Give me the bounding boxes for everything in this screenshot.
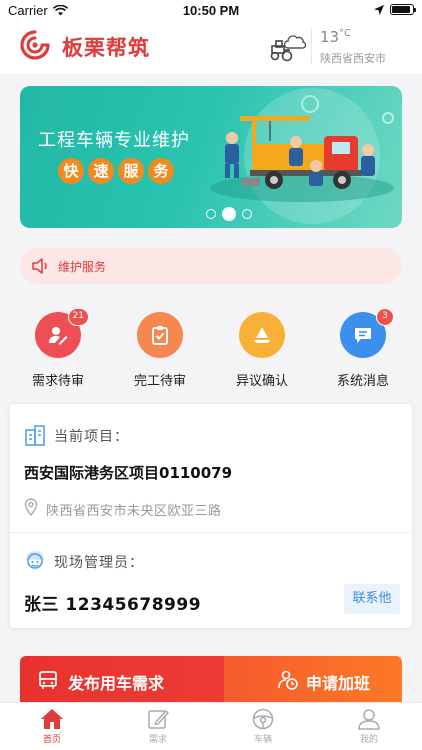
carousel-dot[interactable] (242, 209, 252, 219)
quick-action-icon-bg: 21 (35, 308, 89, 358)
quick-action-label: 异议确认 (235, 374, 288, 389)
quick-action-icon-bg (137, 312, 183, 358)
quick-action-system-messages[interactable]: 3 系统消息 (323, 308, 403, 389)
sailboat-icon (254, 327, 270, 343)
carousel-dot[interactable] (206, 209, 216, 219)
banner-chip: 务 (148, 158, 174, 184)
primary-action-bar: 发布用车需求 申请加班 (20, 656, 402, 704)
apply-overtime-label: 申请加班 (306, 674, 371, 693)
quick-actions: 21 需求待审 完工待审 异议确认 3 系统消息 (0, 308, 422, 396)
user-icon (358, 709, 380, 730)
home-icon (41, 709, 63, 729)
worker-helmet-icon (26, 551, 44, 569)
site-manager-label: 现场管理员： (54, 555, 144, 571)
brand-logo-icon (20, 30, 50, 60)
person-clock-icon (278, 670, 298, 690)
quick-action-icon-bg: 3 (340, 308, 394, 358)
status-bar: Carrier 10:50 PM (0, 0, 422, 22)
temperature: 13°C (320, 28, 351, 46)
carousel-dots[interactable] (206, 207, 252, 221)
project-name: 西安国际港务区项目0110079 (24, 464, 233, 482)
quick-action-label: 系统消息 (336, 374, 389, 389)
count-badge: 3 (376, 308, 394, 326)
project-address: 陕西省西安市未央区欧亚三路 (46, 504, 222, 519)
clipboard-check-icon (152, 326, 168, 345)
tab-label: 首页 (42, 735, 61, 745)
banner-chip: 速 (88, 158, 114, 184)
contact-manager-button[interactable]: 联系他 (344, 584, 400, 614)
steering-wheel-icon (252, 708, 274, 730)
tab-label: 我的 (359, 735, 378, 745)
tab-label: 需求 (148, 735, 167, 745)
count-badge: 21 (67, 308, 89, 326)
publish-demand-label: 发布用车需求 (68, 674, 165, 693)
app-screen: Carrier 10:50 PM 板栗帮筑 13°C 陕西省西安市 工程车辆专业… (0, 0, 422, 750)
notice-bar[interactable]: 维护服务 (20, 248, 402, 284)
banner-title: 工程车辆专业维护 (38, 130, 190, 151)
building-icon (25, 425, 45, 446)
promo-banner[interactable]: 工程车辆专业维护 快 速 服 务 (20, 86, 402, 228)
tab-vehicles[interactable]: 车辆 (233, 708, 293, 745)
banner-chip: 服 (118, 158, 144, 184)
site-manager-contact: 张三 12345678999 (24, 595, 202, 615)
notice-text: 维护服务 (58, 260, 107, 274)
edit-icon (148, 709, 169, 729)
quick-action-label: 完工待审 (133, 374, 186, 389)
tab-bar: 首页 需求 车辆 我的 (0, 702, 422, 750)
tab-label: 车辆 (253, 735, 272, 745)
banner-chip: 快 (58, 158, 84, 184)
quick-action-completion-review[interactable]: 完工待审 (120, 312, 200, 389)
banner-chip-row: 快 速 服 务 (58, 158, 174, 184)
battery-icon (390, 4, 416, 15)
status-bar-right (374, 4, 416, 15)
quick-action-demand-review[interactable]: 21 需求待审 (18, 308, 98, 389)
tab-demand[interactable]: 需求 (128, 708, 188, 745)
location-pin-icon (24, 498, 38, 516)
apply-overtime-button[interactable]: 申请加班 (224, 656, 402, 704)
message-icon (355, 328, 371, 343)
header-divider (311, 28, 312, 64)
quick-action-icon-bg (239, 312, 285, 358)
quick-action-dispute-confirm[interactable]: 异议确认 (222, 312, 302, 389)
clock: 10:50 PM (182, 3, 240, 18)
tractor-cloud-icon (270, 35, 306, 62)
card-divider (10, 532, 412, 533)
bus-icon (39, 671, 57, 689)
location-arrow-icon (374, 4, 384, 15)
quick-action-label: 需求待审 (31, 374, 84, 389)
user-edit-icon (49, 327, 68, 345)
project-card: 当前项目： 西安国际港务区项目0110079 陕西省西安市未央区欧亚三路 现场管… (10, 404, 412, 628)
header: 板栗帮筑 13°C 陕西省西安市 (0, 22, 422, 74)
brand-name: 板栗帮筑 (62, 35, 150, 60)
current-project-label: 当前项目： (54, 429, 129, 445)
weather-city: 陕西省西安市 (320, 52, 386, 65)
speaker-icon (32, 258, 47, 274)
tab-home[interactable]: 首页 (22, 708, 82, 745)
temperature-unit: °C (339, 28, 352, 39)
temperature-value: 13 (320, 28, 340, 46)
carousel-dot-active[interactable] (222, 207, 236, 221)
tab-profile[interactable]: 我的 (339, 708, 399, 745)
publish-demand-button[interactable]: 发布用车需求 (20, 656, 246, 704)
battery-level (392, 6, 410, 13)
